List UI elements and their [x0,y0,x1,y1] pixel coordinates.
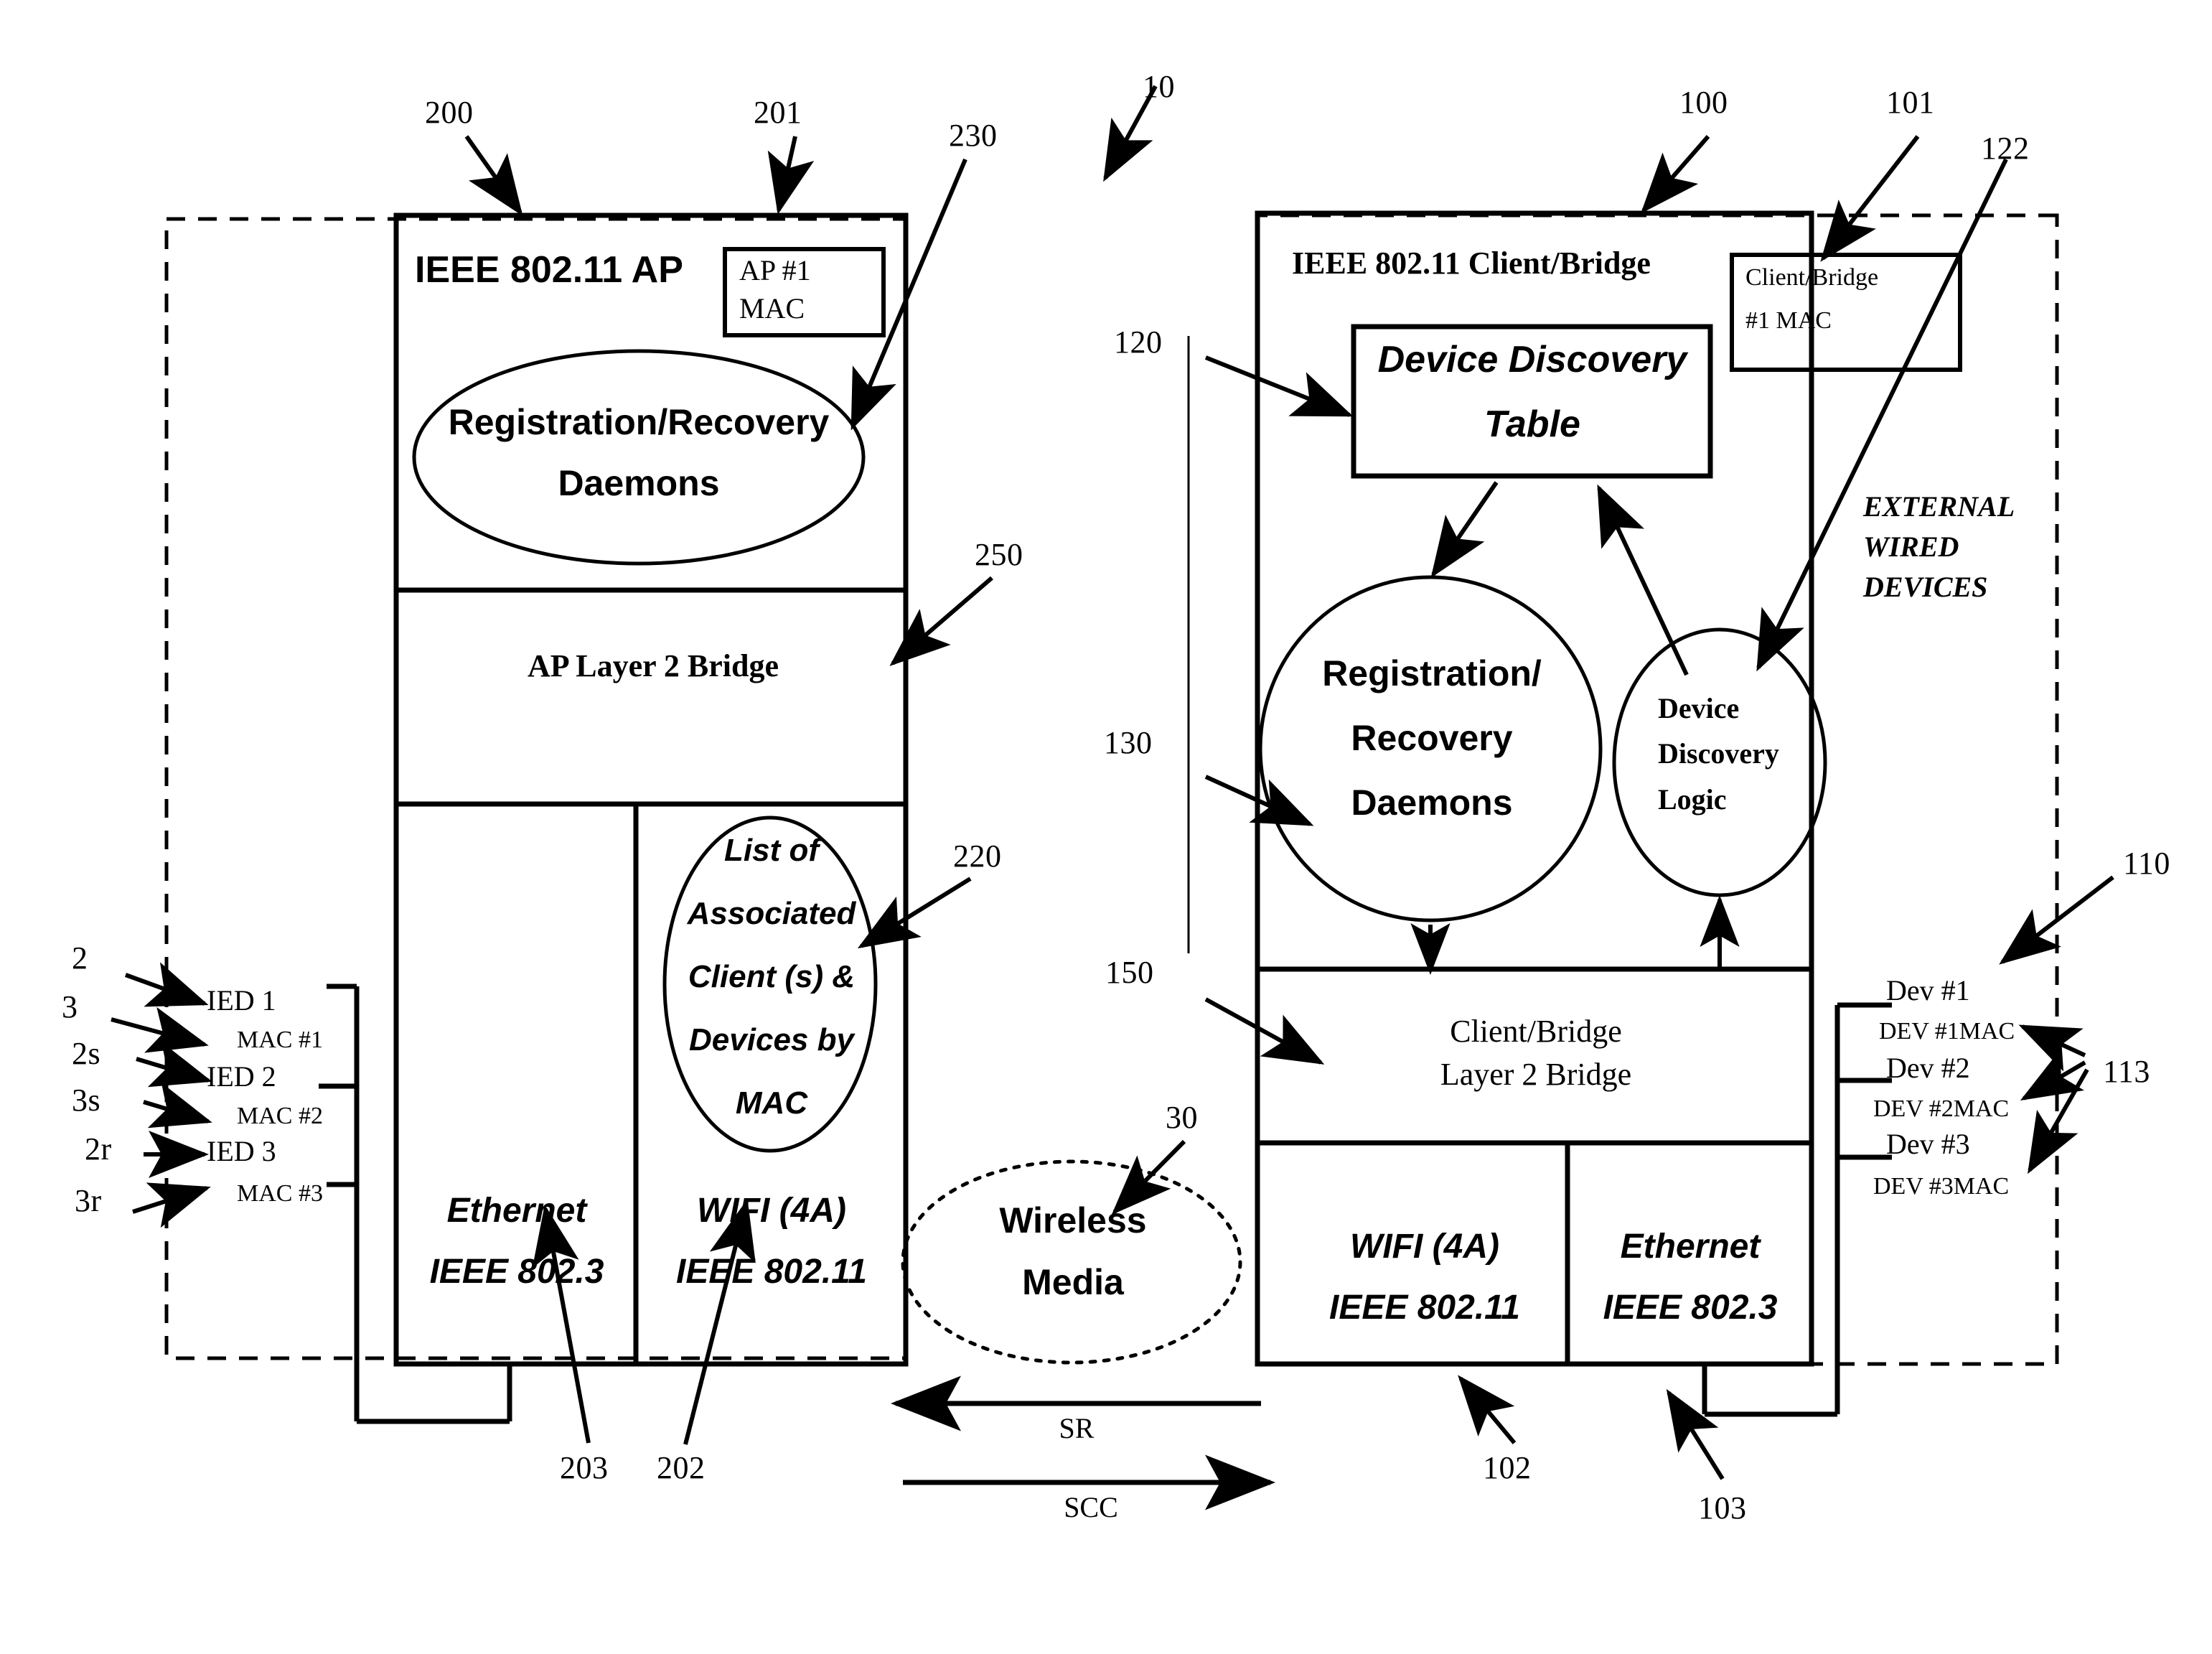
ap-client-list-line1: List of [724,833,819,868]
figure-vector-layer [111,85,2114,1510]
dev-2-name: Dev #2 [1886,1052,1970,1084]
client-daemons-line1: Registration/ [1322,653,1542,693]
dev-1-name: Dev #1 [1886,974,1970,1006]
client-ethernet-line2: IEEE 802.3 [1603,1289,1778,1327]
ref-203: 203 [560,1450,609,1485]
client-header-label: IEEE 802.11 Client/Bridge [1292,246,1651,281]
wireless-media-line2: Media [1022,1262,1124,1302]
client-wifi-line2: IEEE 802.11 [1329,1289,1520,1327]
ref-201: 201 [754,95,802,130]
ap-daemons-ellipse [412,349,866,566]
ied-3-name: IED 3 [207,1135,276,1167]
client-mac-line2: #1 MAC [1745,307,1832,334]
ap-wifi-line2: IEEE 802.11 [676,1253,867,1291]
ap-header-label: IEEE 802.11 AP [415,249,683,291]
ap-client-list-line3: Client (s) & [688,959,856,994]
discovery-table-line2: Table [1484,403,1580,445]
dev-3-name: Dev #3 [1886,1128,1970,1160]
ap-client-list-line4: Devices by [689,1022,854,1057]
ap-mac-line2: MAC [739,292,805,324]
signal-scc-label: SCC [1064,1491,1118,1523]
ref-ied1-mac-arrow: 3 [62,989,78,1024]
ap-layer2-bridge-label: AP Layer 2 Bridge [528,648,779,683]
external-devices-line2: WIRED [1863,531,1959,563]
wireless-media-line1: Wireless [999,1200,1147,1240]
ref-202: 202 [657,1450,706,1485]
ied-1-mac: MAC #1 [237,1027,323,1053]
ap-reference-leaders [464,135,993,1445]
ap-daemons-line1: Registration/Recovery [448,402,830,442]
ap-daemons-line2: Daemons [558,463,720,503]
ref-122: 122 [1981,131,2030,166]
ref-102: 102 [1483,1450,1532,1485]
patent-figure-canvas: 200 201 230 250 220 203 202 IEEE 802.11 … [0,0,2212,1654]
device-bracket [1702,1002,1892,1417]
external-devices-line1: EXTERNAL [1863,490,2015,523]
ref-ied3-arrow: 2r [85,1131,112,1167]
ref-250: 250 [975,537,1023,572]
ref-ied2-arrow: 2s [72,1036,101,1071]
ied-3-mac: MAC #3 [237,1180,323,1207]
discovery-logic-line3: Logic [1658,783,1727,816]
client-bridge-line2: Layer 2 Bridge [1440,1057,1632,1092]
signal-sr-label: SR [1059,1412,1095,1444]
ap-client-list-line5: MAC [735,1085,808,1121]
ref-120: 120 [1114,324,1163,360]
ap-client-list-line2: Associated [687,896,856,931]
dev-2-mac: DEV #2MAC [1873,1095,2010,1122]
ref-230: 230 [949,118,998,153]
ied-pointer-arrows [111,962,212,1228]
ref-220: 220 [953,838,1002,874]
client-wifi-line1: WIFI (4A) [1350,1228,1499,1266]
ref-113: 113 [2103,1054,2150,1089]
ref-130: 130 [1104,725,1153,760]
ref-150: 150 [1105,955,1154,990]
discovery-logic-line1: Device [1658,692,1740,724]
ref-200: 200 [425,95,474,130]
ap-wifi-line1: WIFI (4A) [697,1192,846,1230]
ap-ethernet-line1: Ethernet [446,1192,587,1230]
external-devices-line3: DEVICES [1863,571,1988,603]
ref-110: 110 [2123,846,2170,881]
client-mac-line1: Client/Bridge [1745,264,1879,291]
ref-ied1-arrow: 2 [72,940,88,976]
ref-30: 30 [1166,1100,1198,1135]
ap-mac-line1: AP #1 [739,254,811,286]
ied-1-name: IED 1 [207,984,276,1017]
client-bridge-line1: Client/Bridge [1450,1014,1622,1049]
client-ethernet-line1: Ethernet [1620,1228,1761,1266]
dev-3-mac: DEV #3MAC [1873,1173,2010,1200]
ref-ied2-mac-arrow: 3s [72,1083,101,1118]
wireless-media-ellipse [901,1139,1242,1365]
ref-103: 103 [1698,1490,1747,1525]
discovery-logic-line2: Discovery [1658,737,1779,770]
ref-100: 100 [1679,85,1728,120]
ap-ethernet-line2: IEEE 802.3 [429,1253,604,1291]
ied-2-name: IED 2 [207,1060,276,1093]
client-daemons-line3: Daemons [1351,782,1513,823]
dev-1-mac: DEV #1MAC [1879,1018,2015,1045]
ref-101: 101 [1886,85,1935,120]
ref-10: 10 [1143,69,1175,104]
ied-2-mac: MAC #2 [237,1103,323,1129]
client-daemons-line2: Recovery [1351,718,1513,758]
ref-ied3-mac-arrow: 3r [75,1183,102,1218]
discovery-table-line1: Device Discovery [1377,339,1687,380]
